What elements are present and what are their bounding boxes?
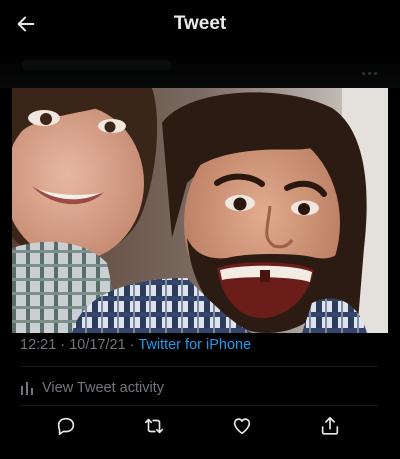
like-button[interactable] [230,414,254,438]
back-button[interactable] [12,10,40,38]
divider [20,405,378,406]
tweet-time: 12:21 [20,337,57,353]
activity-label: View Tweet activity [42,380,164,396]
tweet-action-bar [0,410,400,440]
share-button[interactable] [318,414,342,438]
more-options-button[interactable] [358,68,380,78]
tweet-photo[interactable] [12,88,388,333]
author-name-placeholder [22,60,172,70]
tweet-date: 10/17/21 [69,337,126,353]
top-bar: Tweet [0,0,400,50]
tweet-timestamp-line: 12:21 · 10/17/21 · Twitter for iPhone [20,337,251,353]
arrow-left-icon [17,16,35,32]
divider [20,366,378,367]
bar-chart-icon [21,382,33,395]
meta-separator-2: · [129,337,135,353]
like-icon [233,418,251,435]
share-icon [321,416,339,435]
tweet-source-link[interactable]: Twitter for iPhone [138,337,251,353]
reply-button[interactable] [54,414,78,438]
retweet-button[interactable] [142,414,166,438]
photo-image [12,88,388,333]
more-dot [373,71,377,75]
page-title: Tweet [173,13,227,34]
view-tweet-activity-button[interactable]: View Tweet activity [20,378,164,398]
retweet-icon [144,418,164,434]
more-horizontal-icon [361,71,365,75]
meta-separator: · [60,337,66,353]
more-dot [367,71,371,75]
tweet-author-row [0,50,400,88]
reply-icon [57,417,75,436]
